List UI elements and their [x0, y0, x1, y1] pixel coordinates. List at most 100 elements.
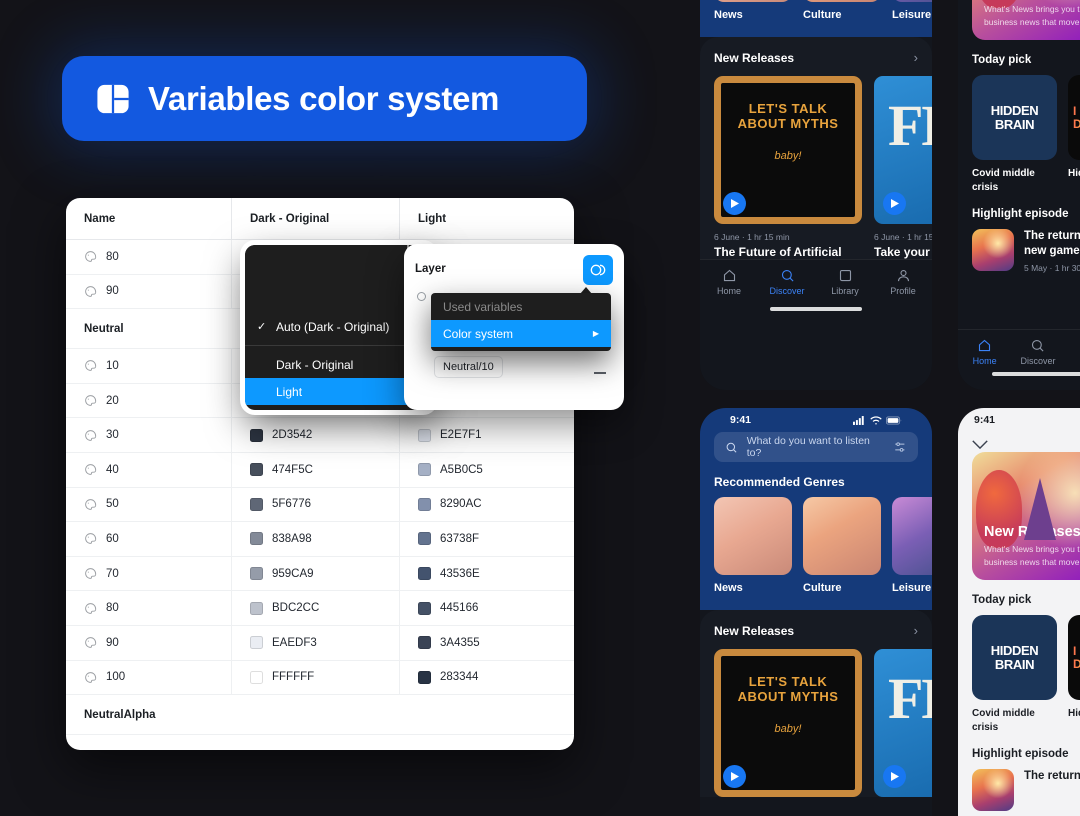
pick-artwork-text: HIDDEN BRAIN [990, 642, 1039, 672]
episode-title: Take your p [874, 245, 932, 259]
color-swatch [418, 601, 431, 615]
genre-card-news[interactable]: News [714, 497, 792, 594]
variable-name-cell: 100 [66, 660, 232, 695]
variable-name-cell: 80 [66, 591, 232, 625]
color-hex-value: 959CA9 [272, 567, 314, 580]
new-releases-hero-card[interactable]: New Releases What's News brings you the … [972, 452, 1080, 580]
column-header-name: Name [66, 198, 232, 239]
genre-card-culture[interactable]: Culture [803, 0, 881, 21]
table-row[interactable]: 50 5F6776 8290AC [66, 487, 574, 523]
collapse-chevron-icon[interactable] [958, 432, 1080, 452]
genre-label: News [714, 9, 743, 21]
episode-card[interactable] [714, 649, 862, 797]
play-icon[interactable] [723, 765, 746, 788]
new-releases-hero-card[interactable]: New Releases What's News brings you the … [972, 0, 1080, 40]
color-swatch [250, 567, 263, 581]
variable-name: 50 [106, 498, 119, 511]
color-hex-value: 8290AC [440, 498, 482, 511]
pick-card[interactable]: I SPARK A DAY WI Hidde [1068, 75, 1080, 194]
play-icon[interactable] [883, 765, 906, 788]
color-swatch [418, 463, 431, 477]
variable-name-cell: 70 [66, 556, 232, 591]
highlight-title: The return an new games [1024, 230, 1080, 257]
pick-card[interactable]: HIDDEN BRAIN Covid middle crisis [972, 75, 1057, 194]
highlight-episode-row[interactable]: The return a [972, 769, 1080, 811]
pick-card[interactable]: I SPARK A DAY WI Hidde [1068, 615, 1080, 734]
light-value-cell: 283344 [400, 661, 574, 695]
table-group-header: NeutralAlpha [66, 695, 574, 736]
variables-button[interactable] [583, 255, 613, 285]
table-row[interactable]: 70 959CA9 43536E [66, 556, 574, 592]
tab-discover[interactable]: Discover [758, 268, 816, 296]
chevron-right-icon[interactable]: › [914, 623, 918, 638]
variable-name-cell: 90 [66, 274, 232, 309]
color-palette-icon [85, 395, 97, 406]
color-palette-icon [85, 464, 97, 476]
today-pick-heading: Today pick [972, 594, 1032, 606]
chevron-right-icon[interactable]: › [914, 50, 918, 65]
table-row[interactable]: 90 EAEDF3 3A4355 [66, 625, 574, 661]
library-icon [839, 269, 851, 282]
phone-home-dark: New Releases What's News brings you the … [958, 0, 1080, 390]
color-swatch [418, 636, 431, 650]
variable-chip[interactable]: Neutral/10 [434, 356, 503, 378]
episode-card[interactable] [874, 649, 932, 797]
page-title: Variables color system [148, 79, 500, 117]
new-releases-header: New Releases › [714, 623, 918, 638]
variable-name-cell: 60 [66, 522, 232, 556]
search-input[interactable]: What do you want to listen to? [714, 432, 918, 462]
genre-card-leisure[interactable]: Leisure [892, 0, 932, 21]
episode-card[interactable]: 6 June · 1 hr 15 min The Future of Artif… [714, 76, 862, 259]
play-icon[interactable] [883, 192, 906, 215]
pick-label: Hidde [1068, 708, 1080, 719]
tab-home[interactable]: Home [958, 338, 1011, 366]
table-row[interactable]: 100 FFFFFF 283344 [66, 660, 574, 696]
status-time: 9:41 [974, 414, 996, 426]
play-triangle-icon [890, 199, 899, 208]
episode-card[interactable]: 6 June · 1 hr 15 min Take your p [874, 76, 932, 259]
highlight-heading: Highlight episode [972, 748, 1069, 760]
pick-card[interactable]: HIDDEN BRAIN Covid middle crisis [972, 615, 1057, 734]
sliders-icon[interactable] [893, 440, 907, 454]
variable-name-cell: 30 [66, 418, 232, 452]
light-value-cell: 3A4355 [400, 626, 574, 660]
table-row[interactable]: 30 2D3542 E2E7F1 [66, 418, 574, 453]
table-row[interactable]: 60 838A98 63738F [66, 522, 574, 557]
new-releases-panel: New Releases › 6 June · 1 hr 15 min The … [700, 37, 932, 259]
light-value-cell: 8290AC [400, 488, 574, 522]
tab-home[interactable]: Home [700, 268, 758, 296]
genre-card-culture[interactable]: Culture [803, 497, 881, 594]
hero-title: New Releases [984, 524, 1080, 541]
episode-artwork-myths [714, 649, 862, 797]
status-bar: 9:41 [958, 408, 1080, 432]
variable-name: 10 [106, 359, 119, 372]
color-palette-icon [85, 568, 97, 579]
table-row[interactable]: 40 474F5C A5B0C5 [66, 452, 574, 488]
color-hex-value: 474F5C [272, 463, 313, 476]
submenu-item-used-variables[interactable]: Used variables [431, 293, 611, 320]
tab-library[interactable]: Library [816, 268, 874, 296]
play-icon[interactable] [723, 192, 746, 215]
phone-discover-dark: News Culture Leisure New Releases › LET'… [700, 0, 932, 390]
variable-name: 90 [106, 636, 119, 649]
episode-meta: 6 June · 1 hr 15 min [874, 232, 932, 242]
pick-label: Covid middle crisis [972, 708, 1035, 733]
chevron-down-icon [972, 440, 988, 450]
table-row[interactable]: 80 BDC2CC 445166 [66, 591, 574, 626]
genre-list: News Culture Leisure [714, 497, 932, 594]
tab-discover[interactable]: Discover [1011, 338, 1064, 366]
tab-library[interactable]: L [1065, 338, 1080, 366]
tab-profile[interactable]: Profile [874, 268, 932, 296]
dark-value-cell: BDC2CC [232, 591, 400, 625]
submenu-item-color-system[interactable]: Color system ▶ [431, 320, 611, 347]
today-pick-list: HIDDEN BRAIN Covid middle crisis I SPARK… [972, 75, 1080, 194]
color-swatch [418, 497, 431, 511]
color-hex-value: EAEDF3 [272, 636, 317, 649]
new-releases-header: New Releases › [714, 50, 918, 65]
color-hex-value: 838A98 [272, 532, 312, 545]
color-hex-value: 5F6776 [272, 498, 312, 511]
highlight-episode-row[interactable]: The return an new games 5 May · 1 hr 30 … [972, 229, 1080, 273]
variables-submenu[interactable]: Used variables Color system ▶ [431, 293, 611, 351]
genre-card-leisure[interactable]: Leisure [892, 497, 932, 594]
genre-card-news[interactable]: News [714, 0, 792, 21]
